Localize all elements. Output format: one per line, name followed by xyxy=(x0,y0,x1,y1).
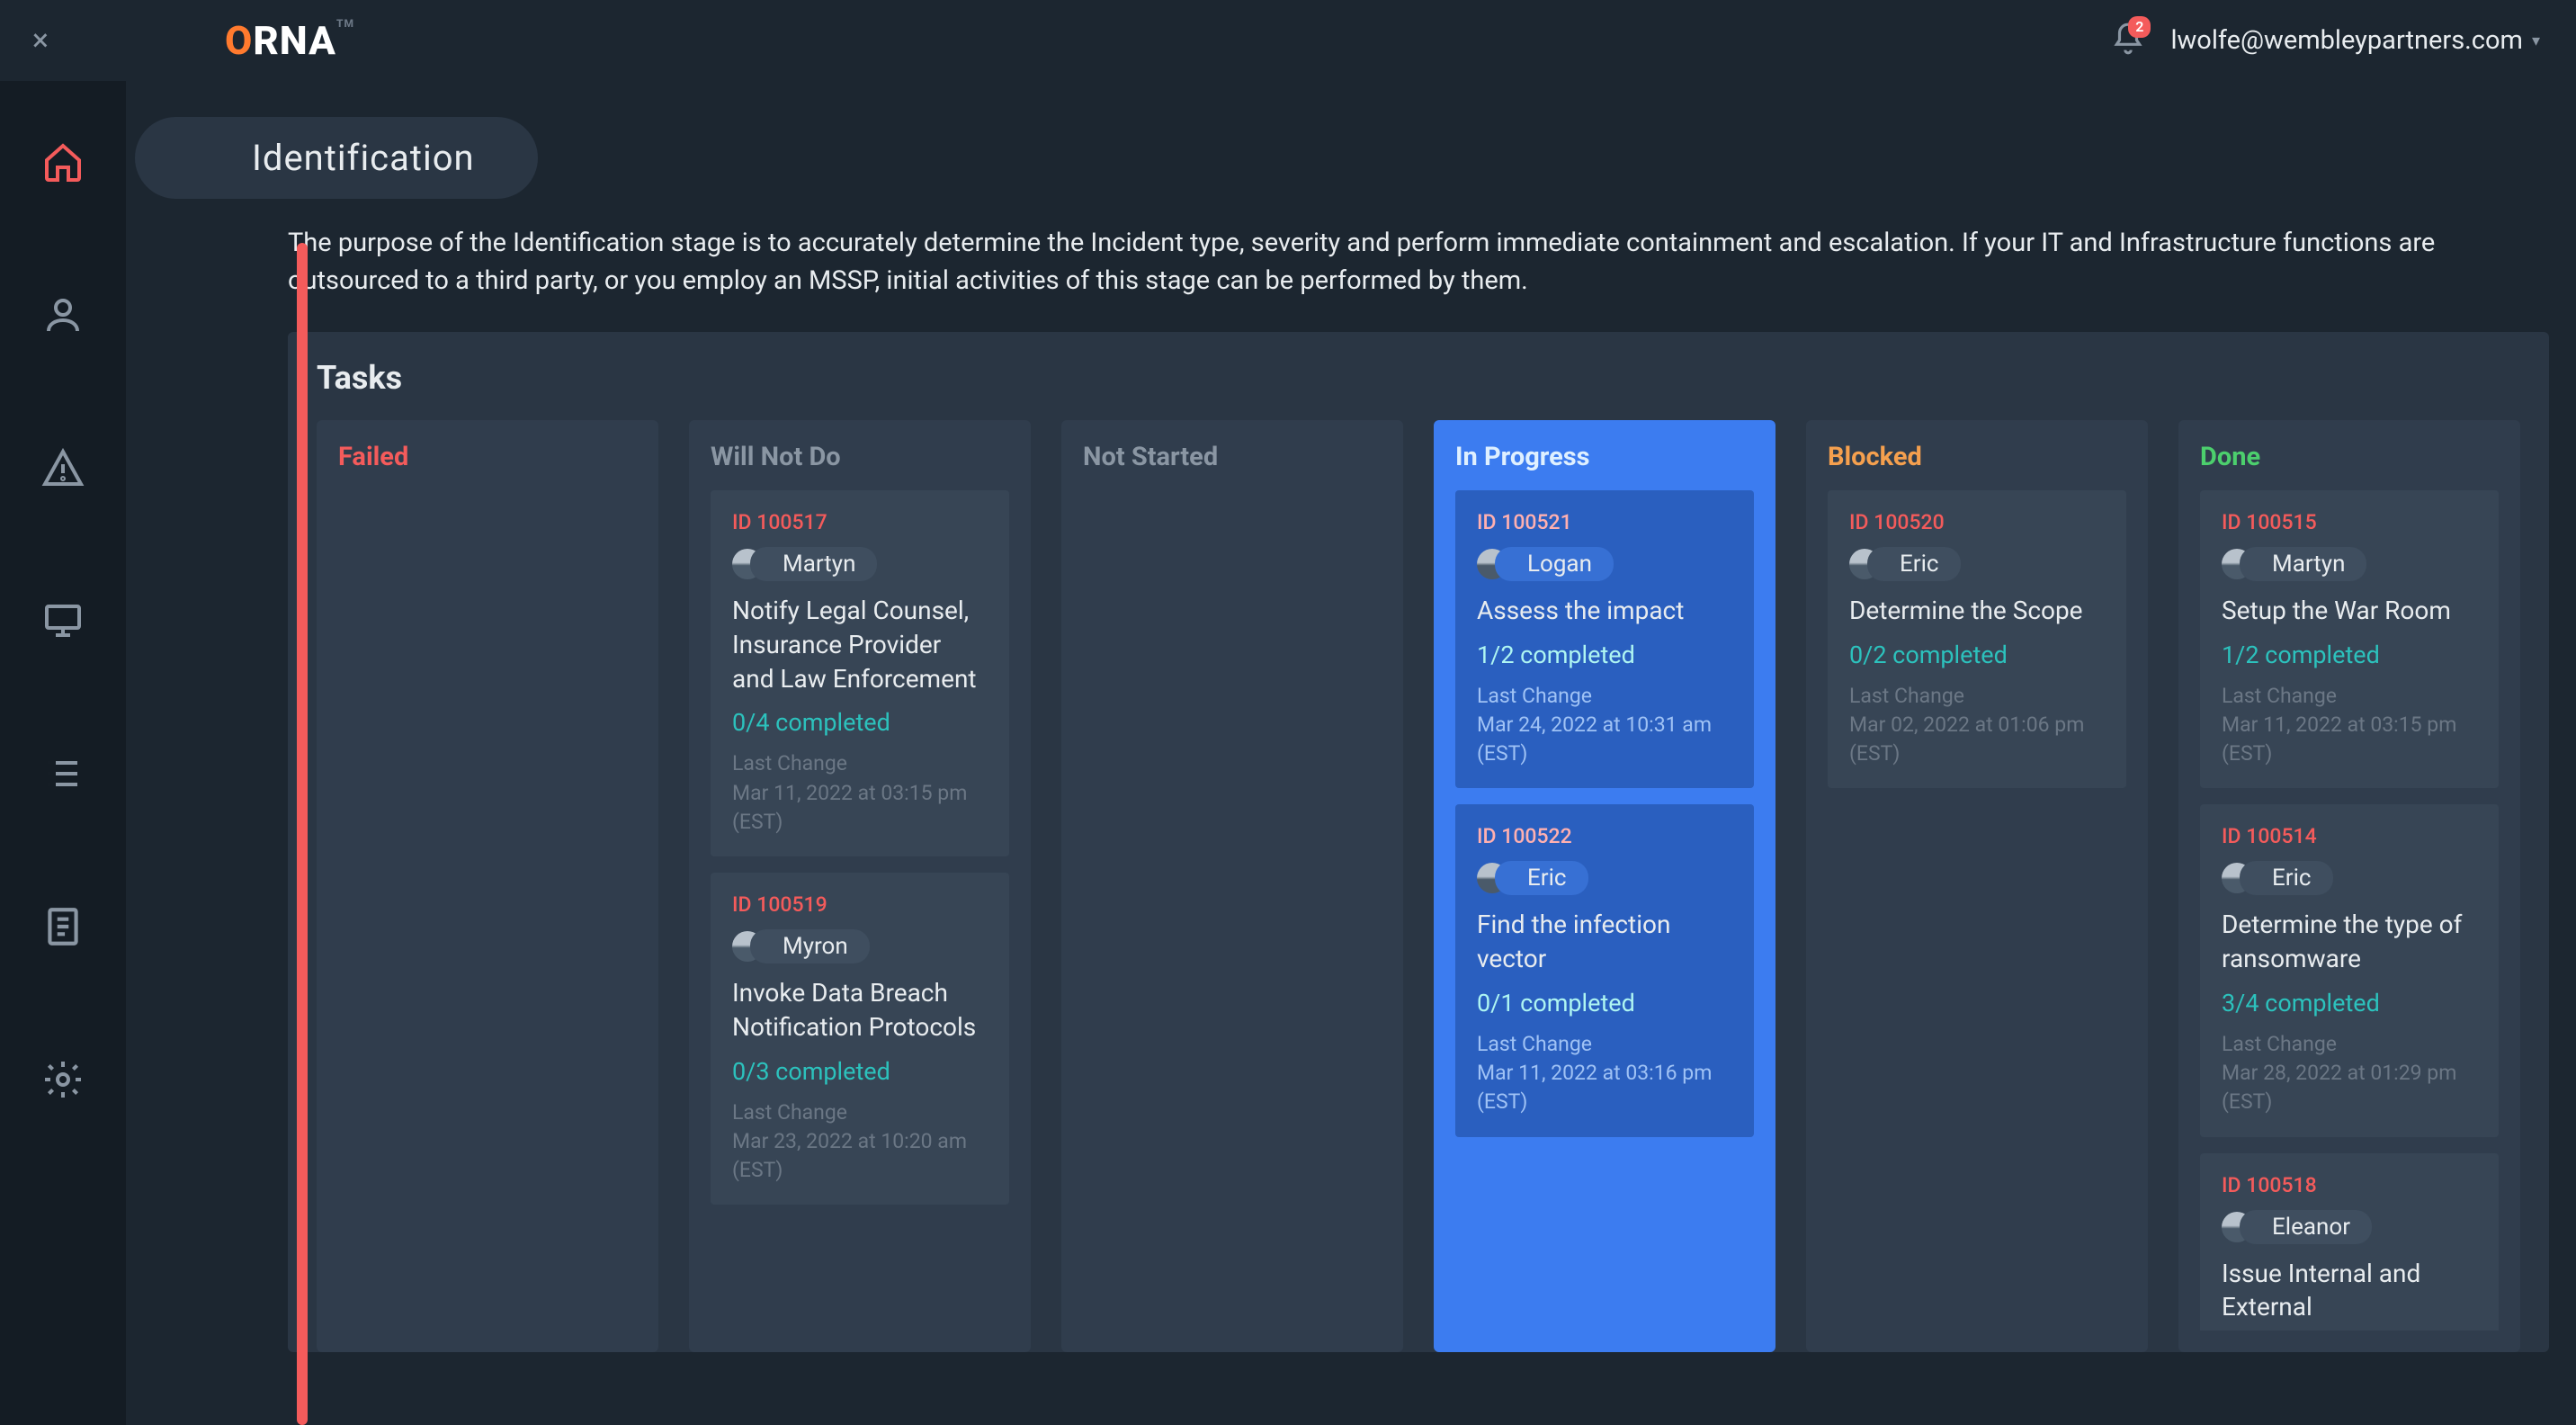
assignee-name: Martyn xyxy=(750,547,877,581)
tasks-panel: Tasks Failed Will Not Do ID 100517 Martyn No… xyxy=(288,332,2549,1352)
column-cards: ID 100521 Logan Assess the impact 1/2 compl… xyxy=(1455,490,1754,1137)
app-header: × ORNATM 2 lwolfe@wembleypartners.com ▾ xyxy=(0,0,2576,81)
nav-list-icon[interactable] xyxy=(36,747,90,801)
task-id: ID 100518 xyxy=(2222,1173,2477,1197)
task-title: Determine the Scope xyxy=(1849,594,2105,628)
notifications-button[interactable]: 2 xyxy=(2111,22,2145,59)
assignee-name: Eric xyxy=(1495,861,1588,895)
task-id: ID 100514 xyxy=(2222,824,2477,848)
task-title: Notify Legal Counsel, Insurance Provider… xyxy=(732,594,988,695)
task-id: ID 100521 xyxy=(1477,510,1732,534)
kanban-column-willnot: Will Not Do ID 100517 Martyn Notify Legal C… xyxy=(689,420,1031,1352)
column-title: Will Not Do xyxy=(711,442,1009,472)
assignee-name: Martyn xyxy=(2240,547,2366,581)
task-last-change: Last Change Mar 23, 2022 at 10:20 am (ES… xyxy=(732,1098,988,1186)
column-title: Blocked xyxy=(1828,442,2126,472)
column-cards: ID 100515 Martyn Setup the War Room 1/2 com… xyxy=(2200,490,2499,1331)
task-id: ID 100515 xyxy=(2222,510,2477,534)
nav-document-icon[interactable] xyxy=(36,900,90,954)
notification-count-badge: 2 xyxy=(2128,16,2151,38)
kanban-columns: Failed Will Not Do ID 100517 Martyn Notify L… xyxy=(317,420,2520,1352)
column-title: In Progress xyxy=(1455,442,1754,472)
stage-name-pill: Identification xyxy=(135,117,538,199)
task-assignee: Martyn xyxy=(732,547,988,581)
kanban-column-done: Done ID 100515 Martyn Setup the War Room 1/2… xyxy=(2178,420,2520,1352)
task-card[interactable]: ID 100518 Eleanor Issue Internal and Exter… xyxy=(2200,1153,2499,1331)
task-card[interactable]: ID 100519 Myron Invoke Data Breach Notific… xyxy=(711,873,1009,1205)
nav-monitor-icon[interactable] xyxy=(36,594,90,648)
task-title: Find the infection vector xyxy=(1477,908,1732,976)
task-id: ID 100522 xyxy=(1477,824,1732,848)
task-assignee: Logan xyxy=(1477,547,1732,581)
task-title: Setup the War Room xyxy=(2222,594,2477,628)
task-assignee: Martyn xyxy=(2222,547,2477,581)
task-progress: 0/4 completed xyxy=(732,708,988,737)
assignee-name: Eric xyxy=(2240,861,2333,895)
task-last-change: Last Change Mar 11, 2022 at 03:15 pm (ES… xyxy=(2222,682,2477,769)
column-title: Failed xyxy=(338,442,637,472)
task-title: Invoke Data Breach Notification Protocol… xyxy=(732,976,988,1044)
logo-text: ORNATM xyxy=(225,17,354,64)
app-logo: ORNATM xyxy=(225,17,354,64)
column-title: Done xyxy=(2200,442,2499,472)
column-cards: ID 100517 Martyn Notify Legal Counsel, Ins… xyxy=(711,490,1009,1205)
task-card[interactable]: ID 100522 Eric Find the infection vector 0/… xyxy=(1455,804,1754,1136)
task-last-change: Last Change Mar 28, 2022 at 01:29 pm (ES… xyxy=(2222,1030,2477,1117)
task-progress: 0/1 completed xyxy=(1477,989,1732,1017)
nav-home-icon[interactable] xyxy=(36,135,90,189)
task-progress: 0/3 completed xyxy=(732,1057,988,1086)
stage-header: Identification I xyxy=(234,117,2549,199)
kanban-column-notstarted: Not Started xyxy=(1061,420,1403,1352)
task-card[interactable]: ID 100515 Martyn Setup the War Room 1/2 com… xyxy=(2200,490,2499,788)
nav-settings-icon[interactable] xyxy=(36,1053,90,1107)
task-progress: 1/2 completed xyxy=(2222,641,2477,669)
sidebar-nav xyxy=(0,81,126,1425)
assignee-name: Logan xyxy=(1495,547,1614,581)
user-email: lwolfe@wembleypartners.com xyxy=(2170,25,2523,56)
task-id: ID 100520 xyxy=(1849,510,2105,534)
task-title: Assess the impact xyxy=(1477,594,1732,628)
bell-icon xyxy=(2111,42,2145,59)
task-progress: 0/2 completed xyxy=(1849,641,2105,669)
task-last-change: Last Change Mar 02, 2022 at 01:06 pm (ES… xyxy=(1849,682,2105,769)
task-assignee: Eric xyxy=(1849,547,2105,581)
assignee-name: Eric xyxy=(1867,547,1961,581)
task-card[interactable]: ID 100520 Eric Determine the Scope 0/2 comp… xyxy=(1828,490,2126,788)
task-assignee: Eric xyxy=(2222,861,2477,895)
main-content: Identification I The purpose of the Iden… xyxy=(126,81,2576,1425)
task-assignee: Myron xyxy=(732,929,988,963)
tasks-heading: Tasks xyxy=(317,359,2520,397)
task-card[interactable]: ID 100517 Martyn Notify Legal Counsel, Ins… xyxy=(711,490,1009,856)
task-title: Issue Internal and External Communicatio… xyxy=(2222,1257,2477,1331)
nav-profile-icon[interactable] xyxy=(36,288,90,342)
kanban-column-inprogress: In Progress ID 100521 Logan Assess the impa… xyxy=(1434,420,1775,1352)
task-card[interactable]: ID 100514 Eric Determine the type of ranso… xyxy=(2200,804,2499,1136)
user-menu[interactable]: lwolfe@wembleypartners.com ▾ xyxy=(2170,25,2540,56)
task-id: ID 100519 xyxy=(732,892,988,917)
stage-description: The purpose of the Identification stage … xyxy=(288,224,2522,300)
task-last-change: Last Change Mar 11, 2022 at 03:16 pm (ES… xyxy=(1477,1030,1732,1117)
nav-alerts-icon[interactable] xyxy=(36,441,90,495)
task-id: ID 100517 xyxy=(732,510,988,534)
task-last-change: Last Change Mar 11, 2022 at 03:15 pm (ES… xyxy=(732,749,988,837)
close-button[interactable]: × xyxy=(0,22,81,58)
task-progress: 1/2 completed xyxy=(1477,641,1732,669)
chevron-down-icon: ▾ xyxy=(2532,31,2540,50)
close-icon: × xyxy=(32,22,49,58)
task-assignee: Eric xyxy=(1477,861,1732,895)
task-card[interactable]: ID 100521 Logan Assess the impact 1/2 compl… xyxy=(1455,490,1754,788)
kanban-column-blocked: Blocked ID 100520 Eric Determine the Scope 0… xyxy=(1806,420,2148,1352)
task-assignee: Eleanor xyxy=(2222,1210,2477,1244)
kanban-column-failed: Failed xyxy=(317,420,658,1352)
task-progress: 3/4 completed xyxy=(2222,989,2477,1017)
assignee-name: Eleanor xyxy=(2240,1210,2372,1244)
stage-accent-bar xyxy=(297,243,308,1425)
assignee-name: Myron xyxy=(750,929,870,963)
task-title: Determine the type of ransomware xyxy=(2222,908,2477,976)
column-cards: ID 100520 Eric Determine the Scope 0/2 comp… xyxy=(1828,490,2126,788)
column-title: Not Started xyxy=(1083,442,1382,472)
task-last-change: Last Change Mar 24, 2022 at 10:31 am (ES… xyxy=(1477,682,1732,769)
